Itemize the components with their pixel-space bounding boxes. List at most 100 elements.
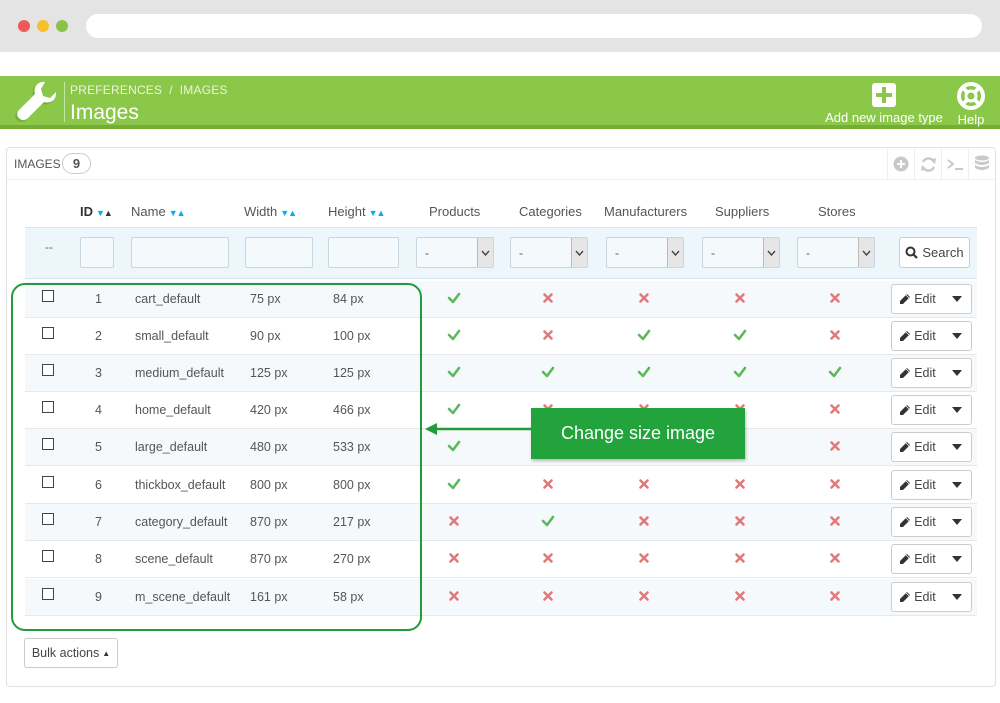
edit-button[interactable]: Edit: [892, 433, 943, 461]
edit-dropdown-toggle[interactable]: [943, 471, 971, 499]
filter-height-input[interactable]: [328, 237, 399, 268]
column-width-label: Width: [244, 204, 278, 219]
edit-button-label: Edit: [914, 403, 936, 417]
column-header-suppliers: Suppliers: [715, 204, 770, 219]
breadcrumb: PREFERENCES / IMAGES: [70, 83, 228, 97]
sort-arrows-icon[interactable]: ▼▲: [169, 208, 186, 218]
filter-suppliers-select[interactable]: -: [702, 237, 780, 268]
database-icon[interactable]: [968, 149, 995, 179]
cross-icon: [830, 479, 840, 489]
column-id-label: ID: [80, 204, 93, 219]
address-bar[interactable]: [86, 14, 982, 38]
edit-button[interactable]: Edit: [892, 322, 943, 350]
pencil-icon: [900, 405, 911, 415]
edit-dropdown-toggle[interactable]: [943, 508, 971, 536]
edit-button-label: Edit: [914, 552, 936, 566]
column-header-height[interactable]: Height ▼▲: [328, 204, 386, 219]
edit-button[interactable]: Edit: [892, 396, 943, 424]
cross-icon: [830, 293, 840, 303]
edit-button-group: Edit: [891, 582, 972, 612]
cross-icon: [735, 553, 745, 563]
cross-icon: [639, 591, 649, 601]
header-divider: [64, 82, 65, 122]
check-icon: [733, 366, 747, 378]
check-icon: [447, 403, 461, 415]
sort-arrows-icon[interactable]: ▼▲: [96, 208, 113, 218]
edit-button[interactable]: Edit: [892, 285, 943, 313]
search-button[interactable]: Search: [899, 237, 970, 268]
edit-button-label: Edit: [914, 292, 936, 306]
filter-manufacturers-select[interactable]: -: [606, 237, 684, 268]
edit-button[interactable]: Edit: [892, 545, 943, 573]
page-header: PREFERENCES / IMAGES Images Add new image …: [0, 76, 1000, 129]
column-header-id[interactable]: ID ▼▲: [80, 204, 113, 219]
pencil-icon: [900, 442, 911, 452]
column-header-products: Products: [429, 204, 481, 219]
edit-button-group: Edit: [891, 507, 972, 537]
cross-icon: [830, 441, 840, 451]
edit-dropdown-toggle[interactable]: [943, 433, 971, 461]
filter-products-select[interactable]: -: [416, 237, 494, 268]
edit-dropdown-toggle[interactable]: [943, 545, 971, 573]
add-circle-icon[interactable]: [887, 149, 914, 179]
cross-icon: [543, 479, 553, 489]
edit-button-label: Edit: [914, 590, 936, 604]
cross-icon: [543, 591, 553, 601]
filter-categories-select[interactable]: -: [510, 237, 588, 268]
bulk-actions-button[interactable]: Bulk actions ▲: [24, 638, 118, 668]
edit-button[interactable]: Edit: [892, 359, 943, 387]
maximize-window-dot[interactable]: [56, 20, 68, 32]
edit-button-label: Edit: [914, 329, 936, 343]
edit-dropdown-toggle[interactable]: [943, 396, 971, 424]
column-header-stores: Stores: [818, 204, 856, 219]
edit-dropdown-toggle[interactable]: [943, 285, 971, 313]
caret-down-icon: [952, 482, 962, 488]
add-new-image-type-button[interactable]: Add new image type: [825, 82, 943, 125]
column-header-width[interactable]: Width ▼▲: [244, 204, 297, 219]
edit-dropdown-toggle[interactable]: [943, 583, 971, 611]
pencil-icon: [900, 592, 911, 602]
sort-arrows-icon[interactable]: ▼▲: [280, 208, 297, 218]
help-button[interactable]: Help: [950, 82, 992, 127]
check-icon: [637, 329, 651, 341]
count-badge: 9: [62, 153, 91, 174]
cross-icon: [830, 591, 840, 601]
page-title: Images: [70, 101, 139, 124]
check-icon: [447, 478, 461, 490]
wrench-icon: [15, 81, 57, 123]
caret-down-icon: [952, 370, 962, 376]
filter-select-value: -: [806, 246, 810, 260]
breadcrumb-item-preferences[interactable]: PREFERENCES: [70, 83, 162, 97]
refresh-icon[interactable]: [914, 149, 941, 179]
pencil-icon: [900, 554, 911, 564]
edit-button[interactable]: Edit: [892, 508, 943, 536]
cross-icon: [639, 553, 649, 563]
callout-change-size: Change size image: [531, 408, 745, 459]
close-window-dot[interactable]: [18, 20, 30, 32]
highlight-box: [11, 283, 422, 631]
edit-dropdown-toggle[interactable]: [943, 359, 971, 387]
edit-button-label: Edit: [914, 478, 936, 492]
terminal-icon[interactable]: [941, 149, 968, 179]
filter-select-value: -: [711, 246, 715, 260]
filter-select-value: -: [615, 246, 619, 260]
caret-down-icon: [952, 556, 962, 562]
caret-down-icon: [952, 296, 962, 302]
column-header-name[interactable]: Name ▼▲: [131, 204, 186, 219]
edit-button-group: Edit: [891, 470, 972, 500]
filter-id-input[interactable]: [80, 237, 114, 268]
sort-arrows-icon[interactable]: ▼▲: [369, 208, 386, 218]
edit-button[interactable]: Edit: [892, 583, 943, 611]
panel-title: IMAGES: [14, 157, 61, 171]
breadcrumb-item-images[interactable]: IMAGES: [180, 83, 228, 97]
cross-icon: [735, 516, 745, 526]
cross-icon: [639, 293, 649, 303]
check-icon: [447, 366, 461, 378]
filter-stores-select[interactable]: -: [797, 237, 875, 268]
filter-select-value: -: [425, 246, 429, 260]
filter-width-input[interactable]: [245, 237, 313, 268]
edit-dropdown-toggle[interactable]: [943, 322, 971, 350]
edit-button[interactable]: Edit: [892, 471, 943, 499]
filter-name-input[interactable]: [131, 237, 229, 268]
minimize-window-dot[interactable]: [37, 20, 49, 32]
